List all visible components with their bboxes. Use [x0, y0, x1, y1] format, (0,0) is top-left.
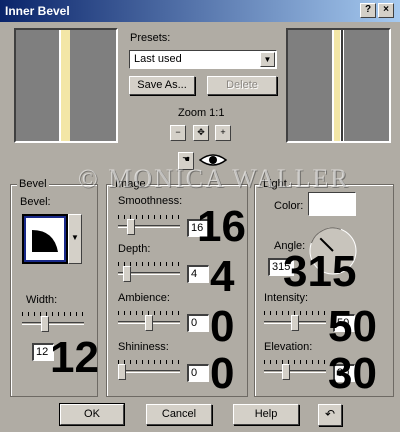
- color-label: Color:: [274, 200, 304, 212]
- intensity-field[interactable]: 50: [333, 314, 355, 332]
- angle-label: Angle:: [274, 240, 306, 252]
- save-as-button[interactable]: Save As...: [129, 76, 195, 95]
- bevel-legend: Bevel: [17, 178, 49, 190]
- presets-select[interactable]: Last used ▼: [129, 50, 277, 69]
- ambience-field[interactable]: 0: [187, 314, 209, 332]
- pan-icon[interactable]: ✥: [193, 125, 209, 141]
- depth-slider[interactable]: [118, 262, 180, 284]
- intensity-label: Intensity:: [264, 292, 309, 304]
- cancel-button[interactable]: Cancel: [146, 404, 212, 425]
- slider-thumb[interactable]: [118, 364, 126, 380]
- shininess-field[interactable]: 0: [187, 364, 209, 382]
- slider-ticks: [22, 312, 84, 316]
- smoothness-slider[interactable]: [118, 215, 180, 237]
- depth-label: Depth:: [118, 243, 151, 255]
- slider-thumb[interactable]: [145, 315, 153, 331]
- smoothness-field[interactable]: 16: [187, 219, 209, 237]
- depth-field[interactable]: 4: [187, 265, 209, 283]
- bevel-shape-icon: [32, 230, 58, 252]
- help-button[interactable]: Help: [233, 404, 299, 425]
- bevel-dropdown-arrow-icon[interactable]: ▼: [68, 214, 82, 264]
- shininess-slider[interactable]: [118, 360, 180, 382]
- zoom-label: Zoom 1:1: [178, 107, 225, 119]
- zoom-out-icon[interactable]: −: [170, 125, 186, 141]
- angle-dial[interactable]: [308, 226, 358, 276]
- help-title-button[interactable]: ?: [360, 3, 376, 18]
- presets-value: Last used: [134, 53, 182, 65]
- width-field[interactable]: 12: [32, 343, 54, 361]
- window-title: Inner Bevel: [5, 4, 70, 18]
- hand-icon[interactable]: ☚: [178, 152, 194, 170]
- elevation-field[interactable]: 30: [333, 364, 355, 382]
- width-label: Width:: [26, 294, 58, 306]
- light-legend: Light: [261, 178, 289, 190]
- eye-icon[interactable]: [198, 153, 228, 167]
- preview-stripe: [61, 30, 70, 141]
- slider-ticks: [118, 360, 180, 364]
- original-preview[interactable]: [14, 28, 118, 143]
- ok-button[interactable]: OK: [59, 403, 125, 426]
- slider-thumb[interactable]: [282, 364, 290, 380]
- slider-thumb[interactable]: [127, 219, 135, 235]
- ambience-label: Ambience:: [118, 292, 170, 304]
- intensity-slider[interactable]: [264, 311, 326, 333]
- slider-ticks: [264, 360, 326, 364]
- slider-track[interactable]: [118, 370, 180, 373]
- bevel-shape-select[interactable]: [22, 214, 68, 264]
- presets-label: Presets:: [130, 32, 171, 44]
- ambience-slider[interactable]: [118, 311, 180, 333]
- elevation-label: Elevation:: [264, 341, 313, 353]
- elevation-slider[interactable]: [264, 360, 326, 382]
- image-legend: Image: [113, 178, 148, 190]
- slider-thumb[interactable]: [123, 266, 131, 282]
- bevel-label: Bevel:: [20, 196, 51, 208]
- preview-bevel-shadow: [341, 30, 343, 141]
- preview-bevel-core: [334, 30, 340, 141]
- slider-thumb[interactable]: [291, 315, 299, 331]
- slider-track[interactable]: [264, 370, 326, 373]
- width-slider[interactable]: [22, 312, 84, 334]
- result-preview[interactable]: [286, 28, 391, 143]
- zoom-in-icon[interactable]: +: [215, 125, 231, 141]
- shininess-label: Shininess:: [118, 341, 169, 353]
- delete-button[interactable]: Delete: [207, 76, 277, 95]
- reset-icon[interactable]: ↶: [318, 404, 342, 426]
- preview-stripe-highlight: [59, 30, 61, 141]
- smoothness-label: Smoothness:: [118, 195, 183, 207]
- slider-thumb[interactable]: [41, 316, 49, 332]
- slider-track[interactable]: [22, 322, 84, 325]
- close-button[interactable]: ×: [378, 3, 394, 18]
- title-bar: Inner Bevel ? ×: [0, 0, 400, 22]
- light-color-swatch[interactable]: [308, 192, 356, 216]
- angle-field[interactable]: 315: [268, 258, 294, 276]
- chevron-down-icon[interactable]: ▼: [260, 52, 275, 67]
